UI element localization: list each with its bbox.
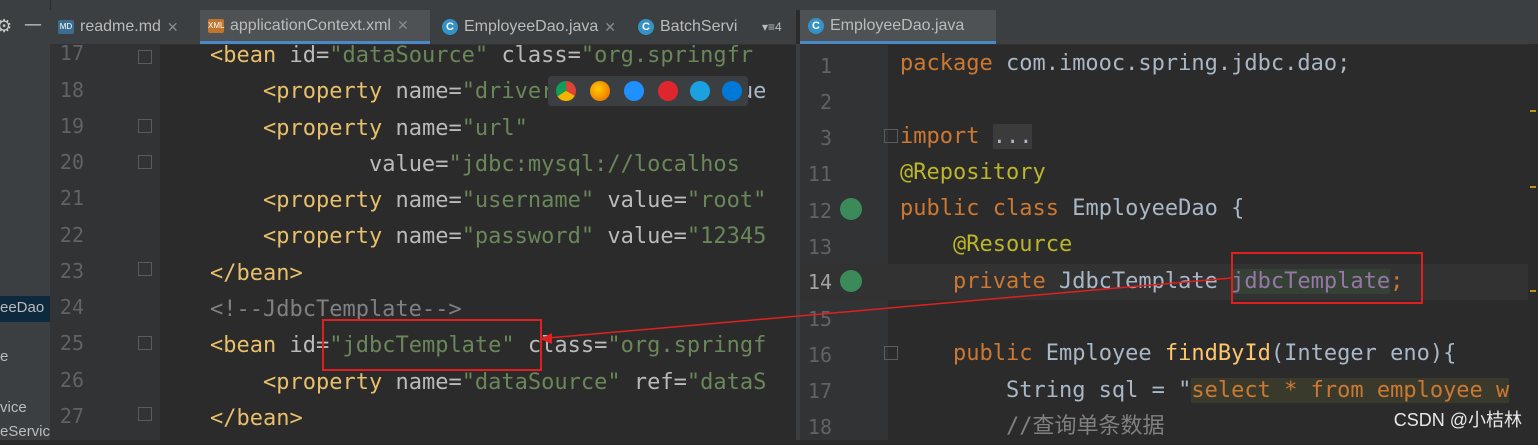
right-scrollbar[interactable]: [1528, 44, 1538, 440]
error-stripe-mark[interactable]: [1530, 110, 1536, 112]
error-stripe-mark[interactable]: [1530, 186, 1536, 188]
watermark: CSDN @小桔林: [1393, 410, 1522, 430]
error-stripe-mark[interactable]: [1530, 290, 1536, 292]
reference-arrow: [540, 277, 1232, 344]
